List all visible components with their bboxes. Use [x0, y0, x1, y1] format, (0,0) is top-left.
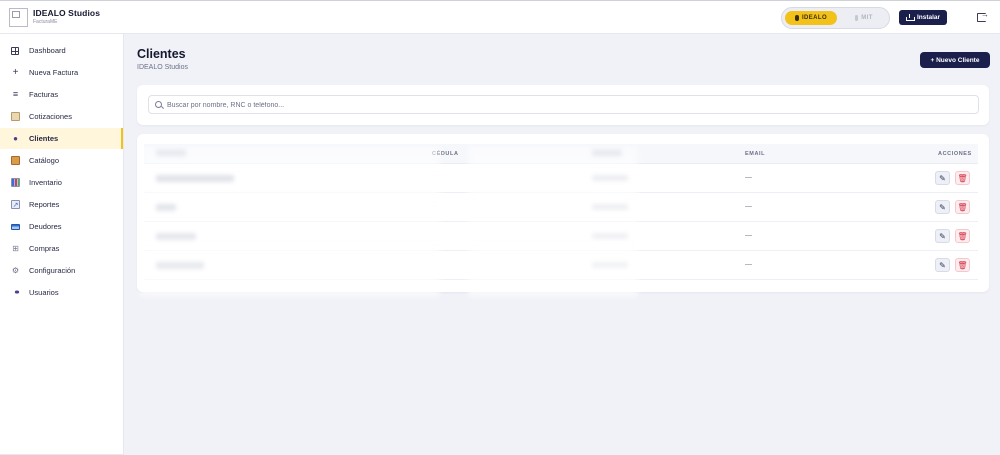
search-icon: [155, 101, 162, 108]
sidebar-item-label: Facturas: [29, 90, 59, 99]
sidebar-item-configuracion[interactable]: ⚙ Configuración: [0, 260, 123, 281]
email-cell: —: [745, 203, 752, 210]
sidebar-item-usuarios[interactable]: ●● Usuarios: [0, 282, 123, 303]
package-icon: [11, 156, 20, 165]
card-icon: [11, 224, 20, 230]
install-label: Instalar: [916, 14, 941, 21]
pin-icon: [855, 15, 859, 21]
sidebar-item-nueva-factura[interactable]: + Nueva Factura: [0, 62, 123, 83]
edit-button[interactable]: ✎: [935, 171, 950, 185]
column-header-email: EMAIL: [745, 151, 766, 157]
sidebar-item-label: Cotizaciones: [29, 112, 72, 121]
search-card: [137, 85, 989, 125]
delete-button[interactable]: 🗑: [955, 258, 970, 272]
edit-button[interactable]: ✎: [935, 200, 950, 214]
list-icon: ≡: [12, 89, 19, 99]
email-cell: —: [745, 174, 752, 181]
company-toggle[interactable]: IDEALO MIT: [781, 7, 890, 29]
search-input[interactable]: [167, 99, 967, 111]
sidebar-item-label: Configuración: [29, 266, 76, 275]
toggle-option-label: MIT: [861, 15, 873, 21]
bar-chart-icon: [11, 178, 20, 187]
sidebar-item-facturas[interactable]: ≡ Facturas: [0, 84, 123, 105]
trash-icon: 🗑: [957, 260, 968, 270]
edit-icon: ✎: [939, 260, 946, 270]
trend-chart-icon: ↗: [11, 200, 20, 209]
sidebar-item-label: Nueva Factura: [29, 68, 79, 77]
sidebar-item-label: Deudores: [29, 222, 62, 231]
delete-button[interactable]: 🗑: [955, 229, 970, 243]
logout-icon[interactable]: [977, 10, 989, 22]
clipboard-icon: [11, 112, 20, 121]
page-subtitle: IDEALO Studios: [137, 64, 188, 71]
sidebar-item-label: Dashboard: [29, 46, 66, 55]
user-icon: ●: [13, 134, 18, 143]
toggle-option-label: IDEALO: [801, 15, 828, 21]
edit-icon: ✎: [939, 173, 946, 183]
trash-icon: 🗑: [957, 231, 968, 241]
download-icon: [905, 14, 915, 21]
trash-icon: 🗑: [957, 173, 968, 183]
gear-icon: ⚙: [11, 266, 20, 275]
edit-icon: ✎: [939, 231, 946, 241]
sidebar: Dashboard + Nueva Factura ≡ Facturas Cot…: [0, 34, 124, 455]
cart-icon: ⊞: [12, 244, 19, 253]
column-header-acciones: ACCIONES: [938, 151, 972, 157]
pin-icon: [794, 15, 799, 21]
edit-button[interactable]: ✎: [935, 258, 950, 272]
sidebar-item-label: Reportes: [29, 200, 60, 209]
sidebar-item-inventario[interactable]: Inventario: [0, 172, 123, 193]
sidebar-item-catalogo[interactable]: Catálogo: [0, 150, 123, 171]
redaction-overlay: [140, 146, 440, 296]
delete-button[interactable]: 🗑: [955, 171, 970, 185]
email-cell: —: [745, 261, 752, 268]
new-client-button[interactable]: + Nuevo Cliente: [920, 52, 990, 68]
search-box[interactable]: [148, 95, 979, 114]
delete-button[interactable]: 🗑: [955, 200, 970, 214]
edit-icon: ✎: [939, 202, 946, 212]
sidebar-item-label: Compras: [29, 244, 60, 253]
plus-icon: +: [12, 67, 19, 78]
sidebar-item-clientes[interactable]: ● Clientes: [0, 128, 123, 149]
page-title: Clientes: [137, 47, 186, 61]
sidebar-item-deudores[interactable]: Deudores: [0, 216, 123, 237]
top-bar: IDEALO Studios FacturaME IDEALO MIT Inst…: [0, 0, 1000, 34]
edit-button[interactable]: ✎: [935, 229, 950, 243]
sidebar-item-dashboard[interactable]: Dashboard: [0, 40, 123, 61]
trash-icon: 🗑: [957, 202, 968, 212]
users-icon: ●●: [14, 289, 19, 296]
brand-logo-icon: [9, 8, 28, 27]
toggle-option-mit[interactable]: MIT: [840, 11, 888, 25]
brand-subtitle: FacturaME: [33, 19, 58, 25]
redaction-overlay: [468, 146, 638, 296]
sidebar-item-label: Catálogo: [29, 156, 60, 165]
email-cell: —: [745, 232, 752, 239]
sidebar-item-label: Usuarios: [29, 288, 59, 297]
sidebar-item-compras[interactable]: ⊞ Compras: [0, 238, 123, 259]
install-button[interactable]: Instalar: [899, 10, 947, 25]
sidebar-item-cotizaciones[interactable]: Cotizaciones: [0, 106, 123, 127]
brand-name: IDEALO Studios: [33, 8, 101, 18]
toggle-option-idealo[interactable]: IDEALO: [785, 11, 837, 25]
grid-icon: [11, 46, 19, 55]
sidebar-item-label: Clientes: [29, 134, 59, 143]
sidebar-item-label: Inventario: [29, 178, 62, 187]
sidebar-item-reportes[interactable]: ↗ Reportes: [0, 194, 123, 215]
